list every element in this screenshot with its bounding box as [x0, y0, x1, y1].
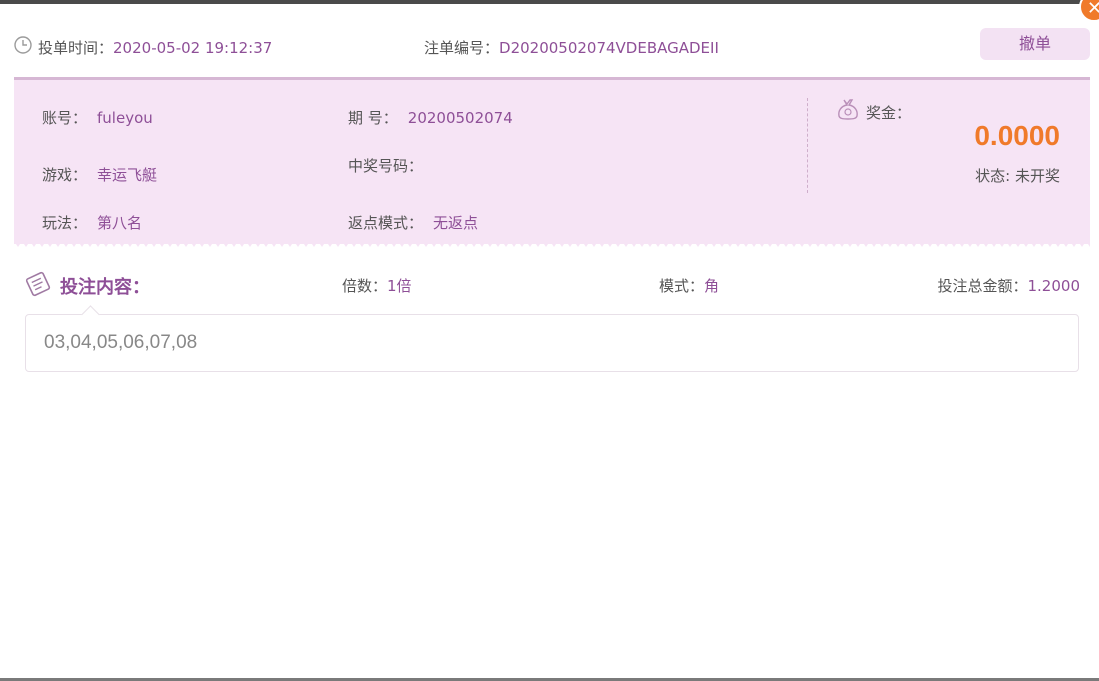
bet-mode-value: 角: [704, 277, 720, 295]
rebate-mode-label: 返点模式：: [348, 214, 424, 232]
bet-multiple-value: 1倍: [387, 277, 412, 295]
bet-content-header: 投注内容： 倍数：1倍 模式：角 投注总金额：1.2000: [24, 270, 1080, 302]
cancel-bet-button[interactable]: 撤单: [980, 28, 1090, 60]
status-label: 状态:: [975, 167, 1015, 185]
prize-amount: 0.0000: [974, 120, 1060, 151]
order-number: 注单编号：D20200502074VDEBAGADEII: [424, 37, 719, 58]
game-value: 幸运飞艇: [97, 166, 158, 184]
money-bag-icon: [838, 99, 858, 120]
order-number-value: D20200502074VDEBAGADEII: [499, 39, 719, 57]
account-field: 账号： fuleyou: [42, 107, 153, 128]
draw-status: 状态: 未开奖: [975, 165, 1060, 186]
winning-number-label: 中奖号码：: [348, 157, 424, 175]
play-label: 玩法：: [42, 214, 88, 232]
rebate-mode-value: 无返点: [433, 214, 479, 232]
clock-icon: [14, 36, 32, 54]
issue-value: 20200502074: [407, 109, 513, 127]
play-field: 玩法： 第八名: [42, 212, 142, 233]
bet-total-label: 投注总金额：: [937, 277, 1028, 295]
play-value: 第八名: [97, 214, 143, 232]
winning-number-field: 中奖号码：: [348, 155, 433, 176]
bet-time: 投单时间：2020-05-02 19:12:37: [38, 37, 272, 58]
rebate-mode-field: 返点模式： 无返点: [348, 212, 478, 233]
status-value: 未开奖: [1014, 167, 1060, 185]
window-top-border: [0, 0, 1099, 4]
bet-content-title: 投注内容：: [60, 277, 150, 298]
issue-label: 期 号：: [348, 109, 398, 127]
bet-multiple: 倍数：1倍: [342, 275, 412, 296]
bet-mode: 模式：角: [659, 275, 719, 296]
prize-label: 奖金：: [866, 104, 912, 122]
game-field: 游戏： 幸运飞艇: [42, 164, 157, 185]
bet-info-panel: 账号： fuleyou 游戏： 幸运飞艇 玩法： 第八名 期 号： 2020050207…: [14, 77, 1090, 244]
account-value: fuleyou: [97, 109, 153, 127]
bet-multiple-label: 倍数：: [342, 277, 388, 295]
panel-zigzag-edge: [14, 241, 1090, 247]
close-icon[interactable]: ✕: [1079, 0, 1099, 22]
game-label: 游戏：: [42, 166, 88, 184]
bet-total-amount: 投注总金额：1.2000: [937, 275, 1080, 296]
bet-box-pointer: [81, 305, 100, 324]
account-label: 账号：: [42, 109, 88, 127]
bet-numbers: 03,04,05,06,07,08: [44, 332, 198, 353]
bet-mode-label: 模式：: [659, 277, 705, 295]
bet-numbers-box: 03,04,05,06,07,08: [25, 305, 1079, 372]
panel-divider: [807, 98, 808, 193]
bet-time-value: 2020-05-02 19:12:37: [113, 39, 273, 57]
bet-time-label: 投单时间：: [38, 39, 114, 57]
issue-field: 期 号： 20200502074: [348, 107, 513, 128]
bet-detail-header: 投单时间：2020-05-02 19:12:37 注单编号：D202005020…: [14, 28, 1090, 64]
order-number-label: 注单编号：: [424, 39, 500, 57]
bet-total-value: 1.2000: [1027, 277, 1081, 295]
ticket-icon: [25, 271, 51, 297]
